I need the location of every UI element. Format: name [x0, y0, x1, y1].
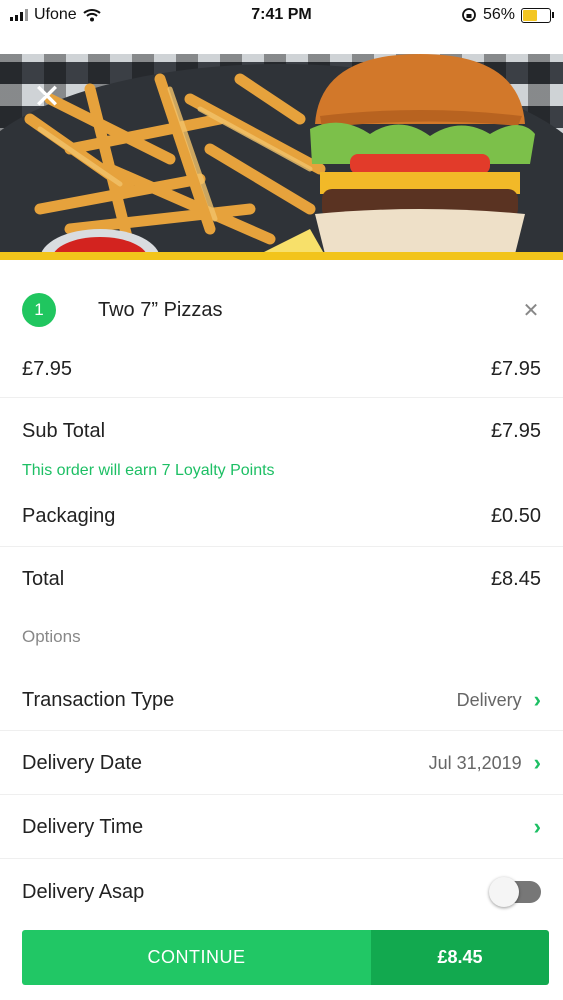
toggle-knob — [489, 877, 519, 907]
delivery-asap-row: Delivery Asap — [22, 877, 541, 907]
continue-button[interactable]: CONTINUE £8.45 — [22, 930, 549, 985]
hero-image: ✕ — [0, 54, 563, 260]
delivery-date-value-group: Jul 31,2019 › — [429, 752, 541, 774]
chevron-right-icon: › — [533, 814, 541, 839]
hero-accent-bar — [0, 252, 563, 260]
delivery-time-row[interactable]: Delivery Time › — [22, 812, 541, 842]
close-icon[interactable]: ✕ — [30, 80, 64, 114]
battery-icon — [521, 7, 554, 23]
delivery-date-value: Jul 31,2019 — [428, 752, 522, 773]
packaging-row: Packaging £0.50 — [22, 502, 541, 530]
delivery-asap-label: Delivery Asap — [22, 880, 145, 903]
packaging-value: £0.50 — [490, 504, 541, 527]
status-right: 56% — [461, 6, 554, 24]
divider — [0, 858, 563, 859]
divider — [0, 397, 563, 398]
delivery-asap-toggle[interactable] — [489, 877, 541, 907]
delivery-time-value-group: › — [534, 816, 541, 838]
delivery-time-label: Delivery Time — [22, 815, 144, 838]
remove-item-icon[interactable]: ✕ — [521, 298, 541, 323]
chevron-right-icon: › — [533, 687, 541, 712]
transaction-type-label: Transaction Type — [22, 688, 175, 711]
subtotal-label: Sub Total — [22, 419, 106, 442]
cart-item-row: 1 Two 7” Pizzas ✕ — [22, 292, 541, 328]
status-bar: Ufone 7:41 PM 56% — [0, 0, 563, 32]
subtotal-value: £7.95 — [490, 419, 541, 442]
item-name: Two 7” Pizzas — [98, 298, 223, 321]
loyalty-points-note: This order will earn 7 Loyalty Points — [22, 462, 275, 479]
transaction-type-value-group: Delivery › — [457, 689, 541, 711]
total-label: Total — [22, 567, 65, 590]
total-row: Total £8.45 — [22, 565, 541, 593]
options-section-title: Options — [22, 627, 81, 646]
chevron-right-icon: › — [533, 750, 541, 775]
subtotal-row: Sub Total £7.95 — [22, 417, 541, 445]
divider — [0, 546, 563, 547]
transaction-type-row[interactable]: Transaction Type Delivery › — [22, 685, 541, 715]
total-value: £8.45 — [490, 567, 541, 590]
cart-item-left: 1 Two 7” Pizzas — [22, 293, 222, 327]
battery-fill — [523, 9, 537, 21]
packaging-label: Packaging — [22, 504, 116, 527]
delivery-date-row[interactable]: Delivery Date Jul 31,2019 › — [22, 748, 541, 778]
item-quantity-badge: 1 — [22, 293, 56, 327]
battery-percent: 56% — [482, 6, 515, 23]
burger-image — [310, 54, 535, 260]
delivery-date-label: Delivery Date — [22, 751, 143, 774]
divider — [0, 794, 563, 795]
divider — [0, 730, 563, 731]
item-line-price: £7.95 — [490, 357, 541, 380]
continue-label: CONTINUE — [22, 930, 371, 985]
continue-total: £8.45 — [371, 930, 549, 985]
item-price-row: £7.95 £7.95 — [22, 355, 541, 383]
transaction-type-value: Delivery — [456, 689, 522, 710]
rotation-lock-icon — [462, 8, 476, 22]
item-unit-price: £7.95 — [22, 357, 73, 380]
